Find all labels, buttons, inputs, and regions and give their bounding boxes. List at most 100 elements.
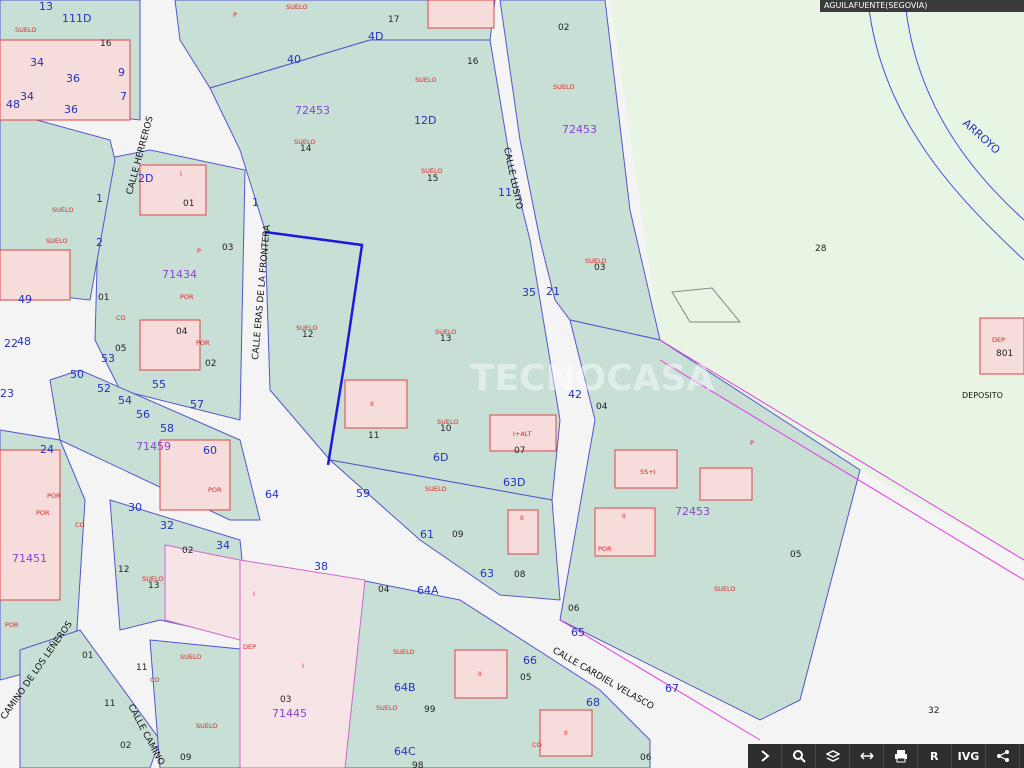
street-number: 2 [96,236,103,249]
ivg-button[interactable]: IVG [952,744,986,768]
street-number: 67 [665,682,679,695]
parcel-number: 06 [568,604,580,614]
street-number: 4D [368,30,383,43]
chevron-right-icon [760,750,770,762]
street-number: 61 [420,528,434,541]
print-button[interactable] [884,744,918,768]
street-number: 12D [414,114,436,127]
suelo-tag: SUELO [553,83,575,91]
street-number: 30 [128,501,142,514]
parcel-number: 99 [424,705,436,715]
share-icon [996,750,1009,762]
parcel-number: 08 [514,570,526,580]
ssi-tag: SS+I [640,468,656,476]
street-number: 63 [480,567,494,580]
cadastre-icon: R [930,750,939,763]
building [139,319,201,371]
parcel-number: 04 [596,402,608,412]
measure-button[interactable] [850,744,884,768]
building [344,379,408,429]
street-number: 64A [417,584,439,597]
ii-tag: II [520,514,524,522]
suelo-tag: SUELO [425,485,447,493]
street-number: 35 [522,286,536,299]
parcel-number: 01 [183,199,194,209]
suelo-tag: SUELO [294,138,316,146]
map-toolbar: R IVG [748,744,1024,768]
street-number: 6D [433,451,448,464]
parcel-number: 09 [180,753,192,763]
building-deposito [979,317,1024,375]
street-number: 36 [64,103,78,116]
parcel-number: 03 [222,243,233,253]
parcel-number: 28 [815,244,827,254]
street-number: 24 [40,443,54,456]
street-number: 48 [17,335,31,348]
street-number: 111D [62,12,91,25]
building [0,449,61,601]
parcel-number: 03 [280,695,291,705]
parcel-number: 05 [520,673,531,683]
parcel-number: 16 [100,39,112,49]
cadastral-map[interactable]: 72453 72453 72453 71434 71459 71451 7144… [0,0,1024,768]
street-number: 1 [96,192,103,205]
street-number: 36 [66,72,80,85]
street-number: 52 [97,382,111,395]
street-number: 32 [160,519,174,532]
suelo-tag: SUELO [286,3,308,11]
manzana-label: 72453 [295,104,330,117]
street-number: 65 [571,626,585,639]
suelo-tag: SUELO [585,257,607,265]
suelo-tag: SUELO [142,575,164,583]
suelo-tag: SUELO [415,76,437,84]
street-number: 64B [394,681,416,694]
parcel-number: 11 [136,663,147,673]
expand-button[interactable] [748,744,782,768]
street-number: 64 [265,488,279,501]
co-tag: CO [150,676,160,684]
cadastral-ref-button[interactable]: R [918,744,952,768]
building [427,0,495,29]
parcel-number: 01 [98,293,109,303]
suelo-tag: SUELO [52,206,74,214]
watermark: TECNOCASA [470,358,715,399]
street-number: 7 [120,90,127,103]
ii-tag: II [478,670,482,678]
location-title: AGUILAFUENTE(SEGOVIA) [820,0,1024,12]
manzana-label: 71434 [162,268,197,281]
dep-tag: DEP [992,336,1005,344]
co-tag: CO [75,521,85,529]
ii-tag: II [370,400,374,408]
street-number: 34 [216,539,230,552]
street-number: 60 [203,444,217,457]
parcel-number: 11 [104,699,115,709]
street-number: 1 [252,196,259,209]
por-tag: POR [598,545,612,553]
ii-tag: II [564,729,568,737]
parcel-number: 07 [514,446,525,456]
building [699,467,753,501]
co-tag: CO [532,741,542,749]
i-tag: I [180,170,182,178]
street-number: 48 [6,98,20,111]
parcel-number: 04 [378,585,390,595]
parcel-number: 16 [467,57,479,67]
street-number: 57 [190,398,204,411]
street-number: 49 [18,293,32,306]
printer-icon [894,750,907,763]
parcel-number: 05 [115,344,126,354]
street-number: 54 [118,394,132,407]
p-tag: P [750,439,754,447]
street-number: 56 [136,408,150,421]
manzana-label: 72453 [675,505,710,518]
street-number: 68 [586,696,600,709]
por-tag: POR [180,293,194,301]
share-button[interactable] [986,744,1020,768]
layers-button[interactable] [816,744,850,768]
parcel-number: 98 [412,761,424,768]
parcel-number: 17 [388,15,399,25]
street-number: 59 [356,487,370,500]
zoom-button[interactable] [782,744,816,768]
p-tag: P [197,247,201,255]
street-number: 55 [152,378,166,391]
